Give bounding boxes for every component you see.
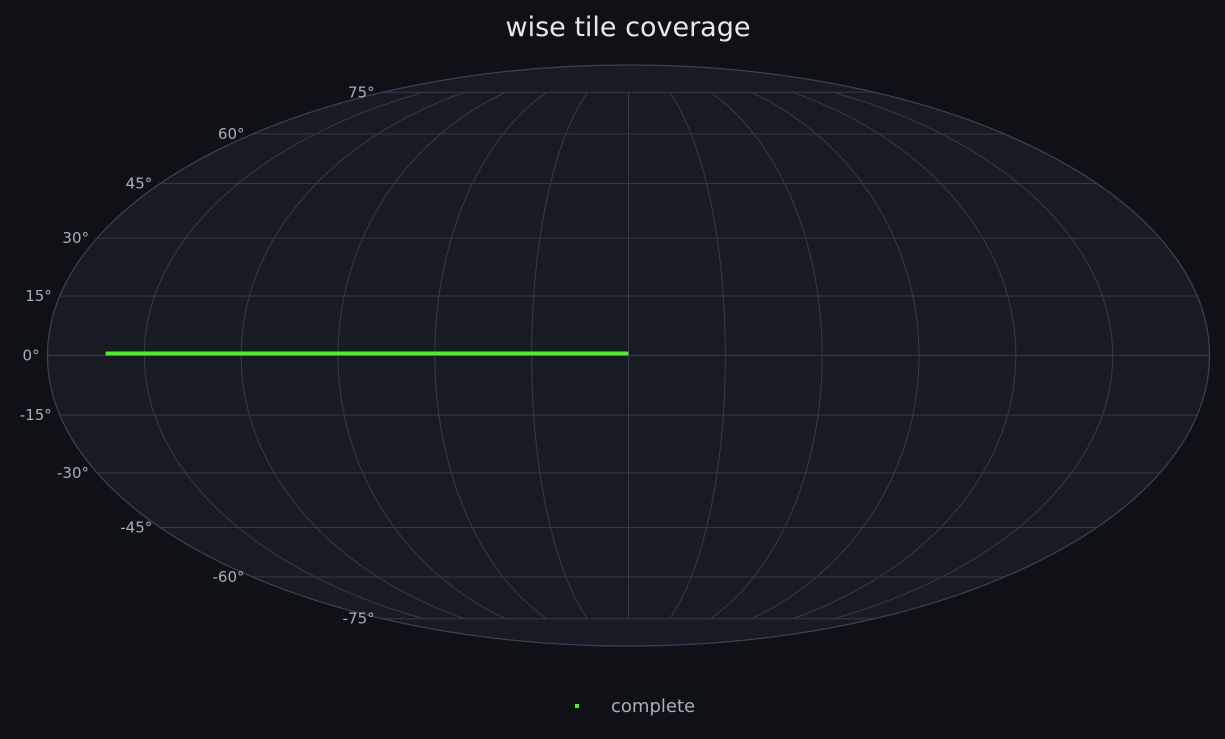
legend: complete xyxy=(575,696,695,717)
lat-tick-label: -30° xyxy=(57,464,89,482)
legend-label-complete: complete xyxy=(611,696,695,717)
lat-tick-label: 15° xyxy=(25,287,52,305)
map-layer xyxy=(46,64,1211,647)
chart-title: wise tile coverage xyxy=(506,12,751,43)
lat-tick-label: -45° xyxy=(120,518,152,536)
lat-tick-label: 45° xyxy=(126,175,153,193)
lat-tick-label: -15° xyxy=(20,406,52,424)
lat-tick-label: -75° xyxy=(343,610,375,628)
lat-tick-label: 75° xyxy=(348,83,375,101)
lat-tick-label: 60° xyxy=(218,125,245,143)
chart-stage: wise tile coverage 75° 60° 45° 30° 15° 0° -15°… xyxy=(0,0,1225,739)
lat-tick-label: -60° xyxy=(213,568,245,586)
mollweide-coverage-chart: wise tile coverage 75° 60° 45° 30° 15° 0° -15°… xyxy=(20,12,1211,717)
lat-tick-label: 30° xyxy=(62,229,89,247)
legend-swatch-complete xyxy=(575,704,579,708)
lat-tick-label: 0° xyxy=(22,347,39,365)
